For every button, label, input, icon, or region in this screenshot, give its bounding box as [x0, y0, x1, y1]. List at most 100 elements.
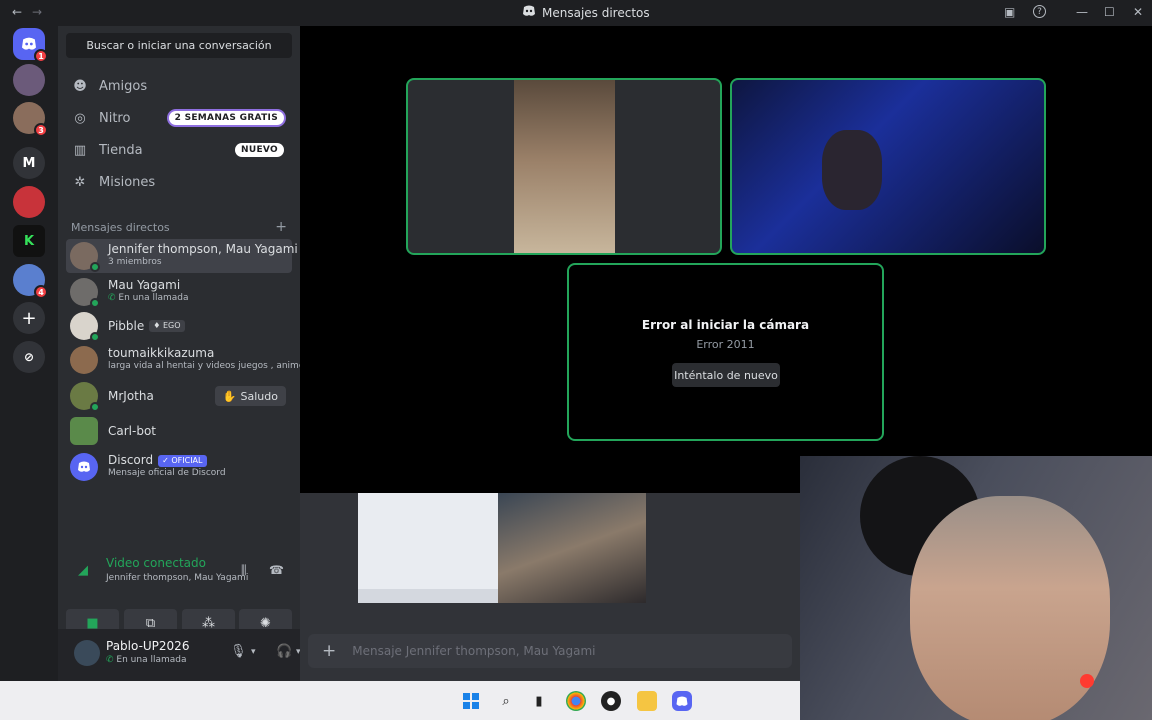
avatar	[70, 242, 100, 272]
back-icon[interactable]: ←	[12, 5, 22, 19]
discord-home-button[interactable]: 1	[13, 28, 48, 63]
server-avatar-icon[interactable]: 3	[13, 102, 48, 137]
promo-badge: 2 SEMANAS GRATIS	[168, 111, 284, 125]
message-composer[interactable]: + Mensaje Jennifer thompson, Mau Yagami	[308, 634, 792, 668]
avatar	[70, 453, 98, 481]
nav-label: Tienda	[99, 142, 143, 158]
user-status: En una llamada	[116, 655, 187, 665]
chevron-down-icon[interactable]: ▾	[251, 647, 256, 657]
discord-logo-icon	[78, 461, 90, 472]
phone-icon: ✆	[108, 293, 119, 303]
wave-icon: ✋	[222, 389, 237, 403]
person-shape	[910, 496, 1110, 720]
window-title: Mensajes directos	[542, 6, 650, 20]
nitro-icon: ◎	[74, 110, 86, 126]
minimize-icon[interactable]: —	[1076, 5, 1088, 19]
forward-icon[interactable]: →	[32, 5, 42, 19]
nav-shop[interactable]: ▥ Tienda NUEVO	[66, 135, 292, 165]
signal-icon[interactable]: ◢	[78, 563, 88, 578]
compass-icon[interactable]: ⊘	[13, 341, 45, 373]
retry-button[interactable]: Inténtalo de nuevo	[672, 363, 780, 387]
dm-item[interactable]: Jennifer thompson, Mau Yagami 3 miembros	[66, 239, 298, 273]
task-view-icon[interactable]: ▮	[529, 691, 549, 711]
create-dm-icon[interactable]: +	[275, 219, 287, 235]
avatar	[70, 312, 100, 342]
discord-logo-icon	[522, 5, 536, 20]
notification-badge: 4	[34, 285, 48, 299]
search-icon[interactable]: ⌕	[496, 691, 516, 711]
server-group-icon[interactable]	[13, 64, 45, 96]
nav-label: Amigos	[99, 78, 148, 94]
dm-header: Mensajes directos +	[71, 219, 287, 235]
server-k-icon[interactable]: K	[13, 225, 45, 257]
discord-taskbar-icon[interactable]	[672, 691, 692, 711]
dm-subtitle: Mensaje oficial de Discord	[108, 468, 226, 478]
server-m-icon[interactable]: M	[13, 147, 45, 179]
user-name[interactable]: Pablo-UP2026	[106, 639, 189, 653]
wave-button[interactable]: ✋ Saludo	[214, 386, 286, 406]
webcam-overlay	[800, 456, 1152, 720]
server-tag-label: EGO	[162, 321, 181, 330]
file-explorer-icon[interactable]	[637, 691, 657, 711]
add-attachment-icon[interactable]: +	[322, 641, 336, 661]
headphones-icon[interactable]: 🎧	[276, 644, 292, 659]
dm-item[interactable]: toumaikkikazuma larga vida al hentai y v…	[66, 343, 305, 377]
discord-logo-icon	[22, 37, 36, 50]
dm-name: Carl-bot	[108, 423, 156, 438]
notification-badge: 3	[34, 123, 48, 137]
camera-error-code: Error 2011	[696, 338, 755, 351]
video-tile-jennifer[interactable]	[406, 78, 722, 255]
dm-item[interactable]: Discord ✓ OFICIAL Mensaje oficial de Disc…	[66, 450, 292, 484]
video-tile-self[interactable]: Error al iniciar la cámara Error 2011 In…	[567, 263, 884, 441]
dm-item[interactable]: Carl-bot	[66, 414, 292, 448]
dm-name: Jennifer thompson, Mau Yagami	[108, 242, 298, 256]
dm-name: Mau Yagami	[108, 278, 181, 292]
maximize-icon[interactable]: ☐	[1104, 5, 1115, 19]
nav-friends[interactable]: ☻ Amigos	[66, 71, 292, 101]
avatar[interactable]	[74, 640, 100, 666]
server-red-icon[interactable]	[13, 186, 45, 218]
microphone-icon[interactable]: 🎙	[230, 644, 247, 659]
friends-icon: ☻	[73, 78, 87, 94]
close-icon[interactable]: ✕	[1133, 5, 1143, 19]
avatar	[70, 417, 98, 445]
new-badge: NUEVO	[235, 143, 284, 157]
chat-area: + Mensaje Jennifer thompson, Mau Yagami	[300, 493, 800, 681]
official-badge: ✓ OFICIAL	[158, 454, 207, 467]
dm-name: Pibble	[108, 318, 145, 333]
nav-nitro[interactable]: ◎ Nitro 2 SEMANAS GRATIS	[66, 103, 292, 133]
avatar	[70, 346, 98, 374]
dm-name: Discord	[108, 453, 154, 467]
inbox-icon[interactable]: ▣	[1004, 5, 1015, 19]
nav-label: Misiones	[99, 174, 156, 190]
disconnect-icon[interactable]: ☎	[269, 563, 284, 577]
wave-label: Saludo	[240, 389, 278, 403]
dm-item[interactable]: MrJotha ✋ Saludo	[66, 379, 292, 413]
add-server-icon[interactable]: +	[13, 302, 45, 334]
video-feed	[514, 80, 615, 253]
server-minecraft-icon[interactable]: 4	[13, 264, 48, 299]
search-button[interactable]: Buscar o iniciar una conversación	[66, 33, 292, 58]
notification-badge: 1	[34, 49, 48, 63]
dm-subtitle: larga vida al hentai y videos juegos , a…	[108, 361, 305, 371]
noise-suppression-icon[interactable]: ⫼	[241, 563, 247, 578]
video-feed	[822, 130, 882, 210]
obs-icon[interactable]: ●	[601, 691, 621, 711]
voice-status[interactable]: Video conectado	[106, 556, 206, 570]
dm-item[interactable]: Mau Yagami ✆ En una llamada	[66, 275, 292, 309]
voice-channel: Jennifer thompson, Mau Yagami	[106, 573, 249, 583]
dm-item[interactable]: Pibble ♦ EGO	[66, 309, 292, 343]
nav-quests[interactable]: ✲ Misiones	[66, 167, 292, 197]
red-light	[1080, 674, 1094, 688]
video-tile-mau[interactable]	[730, 78, 1046, 255]
title-bar: ← → Mensajes directos ▣ ? — ☐ ✕	[0, 0, 1152, 26]
call-area: Error al iniciar la cámara Error 2011 In…	[300, 26, 1152, 493]
dm-name: MrJotha	[108, 388, 154, 403]
windows-start-icon[interactable]	[461, 691, 481, 711]
camera-error-title: Error al iniciar la cámara	[641, 318, 810, 332]
phone-icon: ✆	[106, 655, 117, 665]
dm-sidebar: Buscar o iniciar una conversación ☻ Amig…	[58, 26, 332, 681]
shared-screen-preview	[358, 493, 498, 603]
chrome-icon[interactable]	[566, 691, 586, 711]
help-icon[interactable]: ?	[1033, 5, 1046, 18]
